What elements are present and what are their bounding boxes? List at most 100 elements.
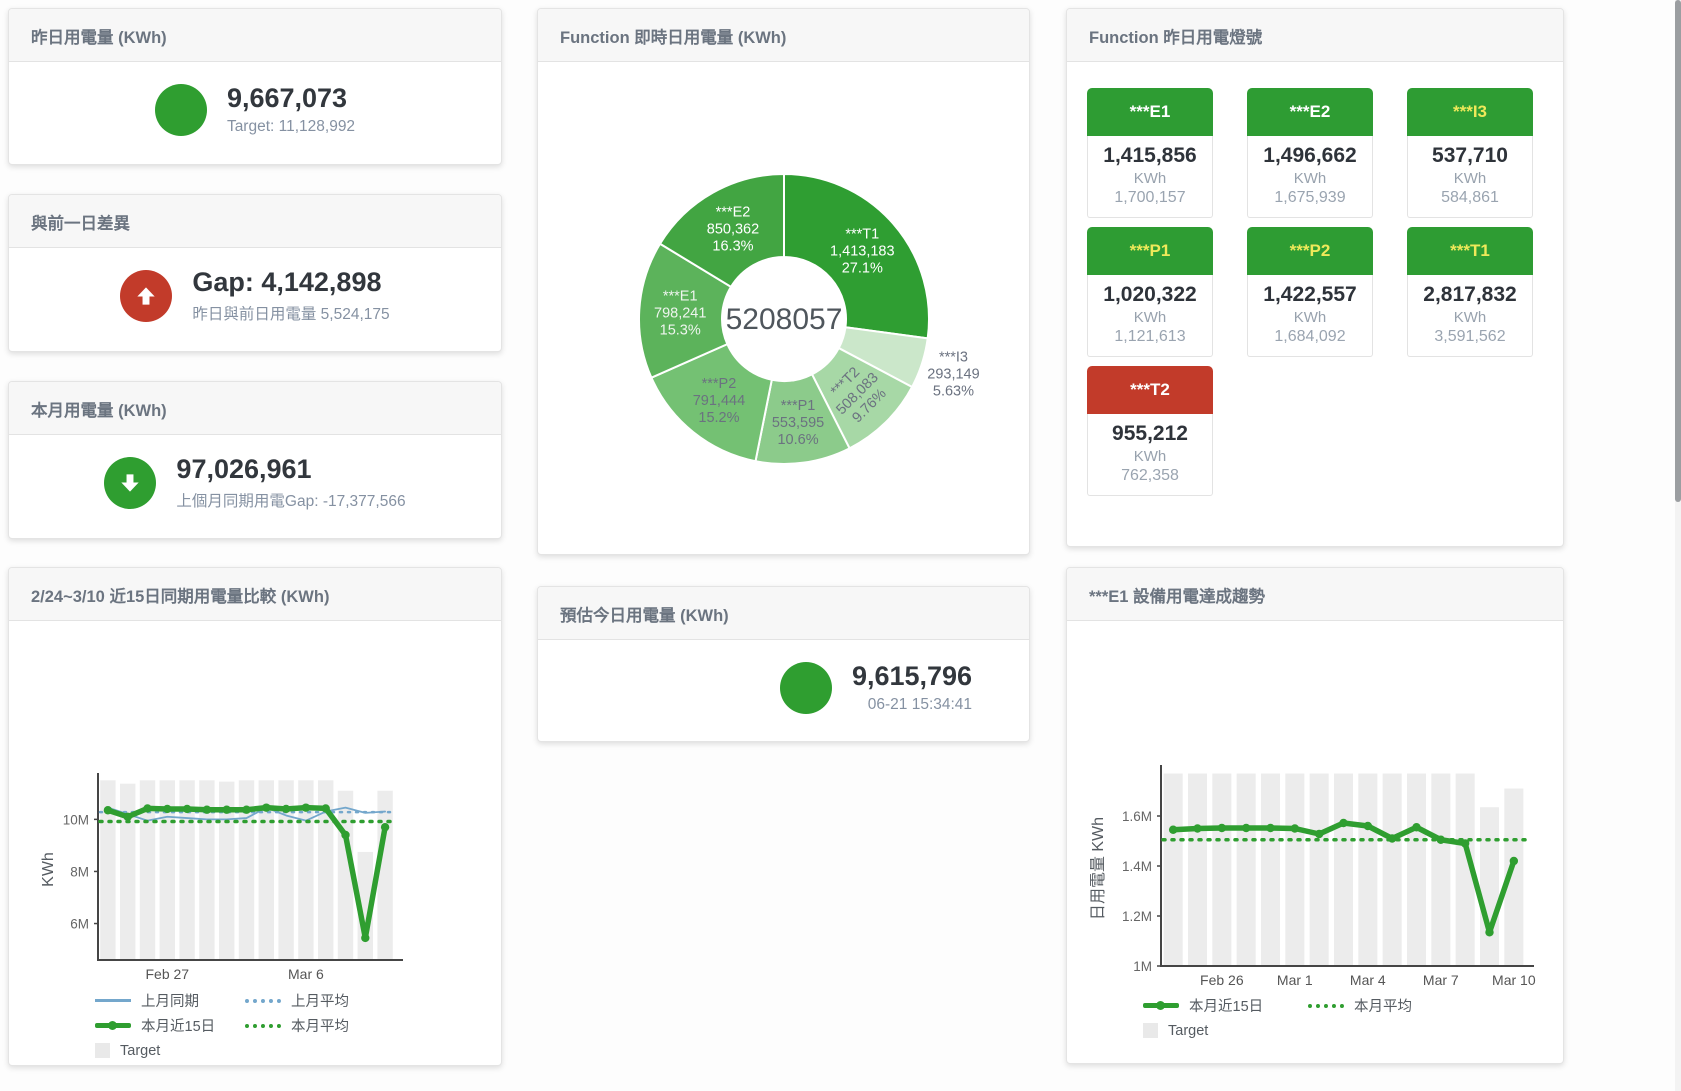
target-bar [1212, 774, 1231, 967]
legend-label: 上月同期 [141, 990, 199, 1011]
card-title: 2/24~3/10 近15日同期用電量比較 (KWh) [9, 568, 501, 621]
legend-swatch-square [1143, 1023, 1158, 1038]
y-tick-label: 1.4M [1122, 859, 1152, 874]
card-body: Gap: 4,142,898 昨日與前日用電量 5,524,175 [9, 248, 501, 344]
legend-swatch-dots [1308, 1004, 1344, 1008]
tile-header-label: ***T2 [1087, 366, 1213, 414]
legend-swatch-dots [245, 1024, 281, 1028]
target-bar [1310, 774, 1329, 967]
card-title: Function 昨日用電燈號 [1067, 9, 1563, 62]
y-tick-label: 1.2M [1122, 909, 1152, 924]
x-tick-label: Mar 6 [288, 966, 324, 982]
tile-value: 1,020,322 [1088, 283, 1212, 307]
series-point [1266, 824, 1274, 832]
tile-value: 1,422,557 [1248, 283, 1372, 307]
target-bar [1431, 774, 1450, 967]
kpi-text: 97,026,961 上個月同期用電Gap: -17,377,566 [176, 455, 405, 511]
card-15day-compare: 2/24~3/10 近15日同期用電量比較 (KWh) 6M8M10MFeb 2… [8, 567, 502, 1066]
legend-item: 上月平均 [245, 988, 425, 1013]
tile-target-value: 1,675,939 [1248, 189, 1372, 207]
series-point [341, 831, 349, 839]
kpi-row: 9,667,073 Target: 11,128,992 [155, 84, 355, 136]
series-point [322, 804, 330, 812]
y-tick-label: 1M [1133, 959, 1152, 974]
tile-target-value: 1,700,157 [1088, 189, 1212, 207]
kpi-subtitle: 上個月同期用電Gap: -17,377,566 [176, 489, 405, 511]
arrow-down-circle-icon [104, 457, 156, 509]
legend-label: Target [120, 1043, 160, 1059]
tile-unit-label: KWh [1248, 170, 1372, 187]
status-circle-icon [155, 84, 207, 136]
series-point [242, 806, 250, 814]
tile-value: 2,817,832 [1408, 283, 1532, 307]
y-axis-title: KWh [40, 852, 57, 887]
tile-target-value: 762,358 [1088, 467, 1212, 485]
arrow-up-icon [133, 283, 159, 309]
legend-item: Target [95, 1038, 245, 1063]
series-point [282, 805, 290, 813]
legend-label: 本月近15日 [1189, 995, 1263, 1016]
card-title: Function 即時日用電量 (KWh) [538, 9, 1029, 62]
kpi-subtitle: Target: 11,128,992 [227, 118, 355, 136]
legend-swatch-line [95, 999, 131, 1002]
series-point [1242, 824, 1250, 832]
tile-unit-label: KWh [1408, 309, 1532, 326]
legend-item: 上月同期 [95, 988, 245, 1013]
target-bar [120, 784, 135, 960]
target-bar [1334, 774, 1353, 967]
e1-trend-legend: 本月近15日本月平均Target [1143, 993, 1563, 1043]
legend-swatch-thick-line [1143, 1003, 1179, 1008]
card-title: 本月用電量 (KWh) [9, 382, 501, 435]
tile-body: 1,496,662 KWh 1,675,939 [1247, 136, 1373, 218]
legend-label: 本月平均 [1354, 995, 1412, 1016]
kpi-text: 9,667,073 Target: 11,128,992 [227, 84, 355, 136]
tile-value: 955,212 [1088, 422, 1212, 446]
card-body: 97,026,961 上個月同期用電Gap: -17,377,566 [9, 435, 501, 531]
y-tick-label: 6M [70, 917, 89, 932]
kpi-value: 9,667,073 [227, 84, 355, 114]
kpi-row: 9,615,796 06-21 15:34:41 [780, 662, 972, 714]
card-title: 與前一日差異 [9, 195, 501, 248]
lights-grid: ***E1 1,415,856 KWh 1,700,157 ***E2 1,49… [1067, 62, 1563, 516]
series-point [302, 803, 310, 811]
target-bar [377, 791, 392, 960]
card-title: 昨日用電量 (KWh) [9, 9, 501, 62]
tile-target-value: 1,684,092 [1248, 328, 1372, 346]
card-month-usage: 本月用電量 (KWh) 97,026,961 上個月同期用電Gap: -17,3… [8, 381, 502, 539]
compare-chart-legend: 上月同期上月平均本月近15日本月平均Target [95, 988, 501, 1063]
scrollbar-track[interactable] [1675, 0, 1681, 1091]
series-point [1412, 823, 1420, 831]
status-tile-T1: ***T1 2,817,832 KWh 3,591,562 [1407, 227, 1533, 357]
tile-body: 2,817,832 KWh 3,591,562 [1407, 275, 1533, 357]
realtime-usage-donut-chart: ***T11,413,18327.1%***I3293,1495.63%***T… [538, 62, 1030, 542]
y-tick-label: 10M [63, 812, 89, 827]
card-estimate-today: 預估今日用電量 (KWh) 9,615,796 06-21 15:34:41 [537, 586, 1030, 742]
series-point [143, 804, 151, 812]
legend-label: 上月平均 [291, 990, 349, 1011]
card-body: 9,615,796 06-21 15:34:41 [538, 640, 1029, 736]
scrollbar-thumb[interactable] [1675, 0, 1681, 502]
donut-slice-label: ***I3293,1495.63% [927, 349, 979, 399]
target-bar [1164, 774, 1183, 967]
target-bar [1188, 774, 1207, 967]
tile-header-label: ***P1 [1087, 227, 1213, 275]
kpi-timestamp: 06-21 15:34:41 [852, 696, 972, 714]
series-point [183, 805, 191, 813]
legend-item: 本月平均 [1308, 993, 1488, 1018]
series-point [1510, 857, 1518, 865]
y-axis-title: 日用電量 KWh [1090, 817, 1107, 920]
card-gap-previous-day: 與前一日差異 Gap: 4,142,898 昨日與前日用電量 5,524,175 [8, 194, 502, 352]
x-tick-label: Mar 10 [1492, 972, 1536, 988]
tile-target-value: 1,121,613 [1088, 328, 1212, 346]
tile-body: 955,212 KWh 762,358 [1087, 414, 1213, 496]
legend-label: 本月近15日 [141, 1015, 215, 1036]
kpi-row: Gap: 4,142,898 昨日與前日用電量 5,524,175 [120, 268, 389, 324]
status-tile-T2: ***T2 955,212 KWh 762,358 [1087, 366, 1213, 496]
card-yesterday-usage: 昨日用電量 (KWh) 9,667,073 Target: 11,128,992 [8, 8, 502, 165]
target-bar [1480, 807, 1499, 966]
legend-swatch-dots [245, 999, 281, 1003]
x-tick-label: Feb 26 [1200, 972, 1244, 988]
target-bar [1383, 774, 1402, 967]
card-realtime-donut: Function 即時日用電量 (KWh) ***T11,413,18327.1… [537, 8, 1030, 555]
right-column: Function 昨日用電燈號 ***E1 1,415,856 KWh 1,70… [1066, 0, 1564, 1064]
